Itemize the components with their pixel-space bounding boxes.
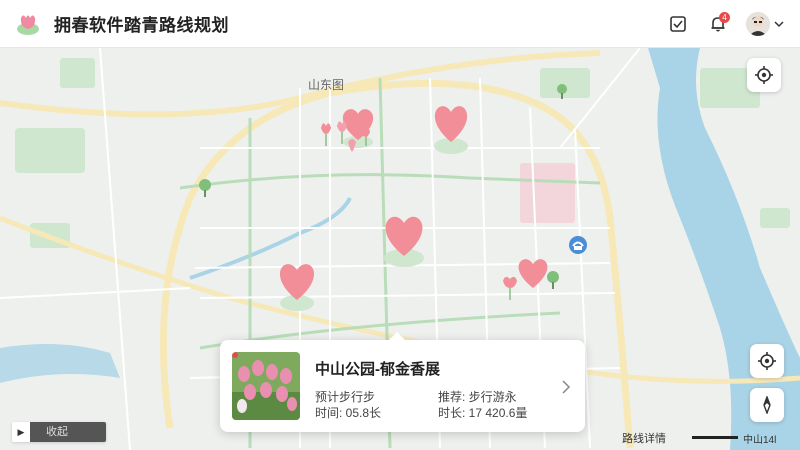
checklist-icon[interactable] xyxy=(664,10,692,38)
poi-info-card[interactable]: 中山公园-郁金香展 预计步行步 时间: 05.8长 推荐: 步行游永 时长: 1… xyxy=(220,332,585,432)
notification-badge: 4 xyxy=(719,12,730,23)
compass-button[interactable] xyxy=(750,388,784,422)
heart-pin[interactable] xyxy=(430,98,472,154)
locate-button[interactable] xyxy=(747,58,781,92)
app-header: 拥春软件踏青路线规划 4 xyxy=(0,0,800,48)
poi-title: 中山公园-郁金香展 xyxy=(315,361,440,378)
route-details-link[interactable]: 路线详情 xyxy=(622,430,666,446)
collapse-toggle[interactable]: ▶ 收起 xyxy=(12,422,106,442)
heart-pin[interactable] xyxy=(380,208,428,268)
tulip-photo xyxy=(232,352,300,420)
recommend-label: 推荐: 步行游永 xyxy=(438,390,517,404)
tree-icon xyxy=(557,84,567,99)
chevron-down-icon[interactable] xyxy=(772,10,786,38)
tree-icon xyxy=(547,271,559,289)
my-location-button[interactable] xyxy=(750,344,784,378)
estimate-label: 预计步行步 xyxy=(315,390,376,404)
tulip-marker-icon[interactable] xyxy=(315,116,373,158)
crosshair-icon xyxy=(758,352,776,370)
collapse-label: 收起 xyxy=(30,422,106,442)
notification-bell-icon[interactable]: 4 xyxy=(704,10,732,38)
tulip-marker-icon[interactable] xyxy=(500,273,520,301)
triangle-right-icon: ▶ xyxy=(17,426,25,437)
chevron-right-icon[interactable] xyxy=(561,380,571,394)
crosshair-icon xyxy=(755,66,773,84)
duration-label: 时长: 17 420.6量 xyxy=(438,406,528,420)
tree-icon xyxy=(199,179,211,197)
user-avatar[interactable] xyxy=(744,10,772,38)
poi-marker-icon[interactable] xyxy=(568,235,588,255)
app-title: 拥春软件踏青路线规划 xyxy=(54,16,229,35)
time-label: 时间: 05.8长 xyxy=(315,406,382,420)
compass-icon xyxy=(763,396,771,414)
district-label: 山东图 xyxy=(308,78,345,92)
heart-pin[interactable] xyxy=(275,256,319,312)
tulip-logo-icon xyxy=(17,15,39,35)
scale-value: 中山14l xyxy=(743,435,777,446)
avatar xyxy=(746,12,770,36)
card-pointer xyxy=(388,332,406,341)
scale-bar xyxy=(692,436,738,439)
